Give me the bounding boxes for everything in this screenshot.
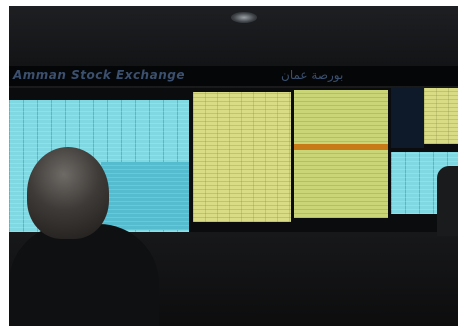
cyan-quote-board-lower bbox=[101, 162, 189, 230]
ceiling-light bbox=[231, 12, 257, 23]
highlight-bar bbox=[294, 144, 388, 150]
person-shoulders bbox=[9, 224, 159, 326]
banner-title-english: Amman Stock Exchange bbox=[13, 68, 185, 82]
banner-title-arabic: بورصة عمان bbox=[281, 68, 344, 82]
dark-panel-right bbox=[391, 88, 424, 148]
person-head bbox=[27, 147, 109, 239]
yellow-quote-board-center bbox=[193, 92, 291, 222]
yellow-quote-board-right bbox=[424, 88, 458, 144]
photo: Amman Stock Exchange بورصة عمان bbox=[9, 6, 458, 326]
person-right-edge bbox=[437, 166, 458, 236]
yellow-quote-board-mid bbox=[294, 90, 388, 218]
